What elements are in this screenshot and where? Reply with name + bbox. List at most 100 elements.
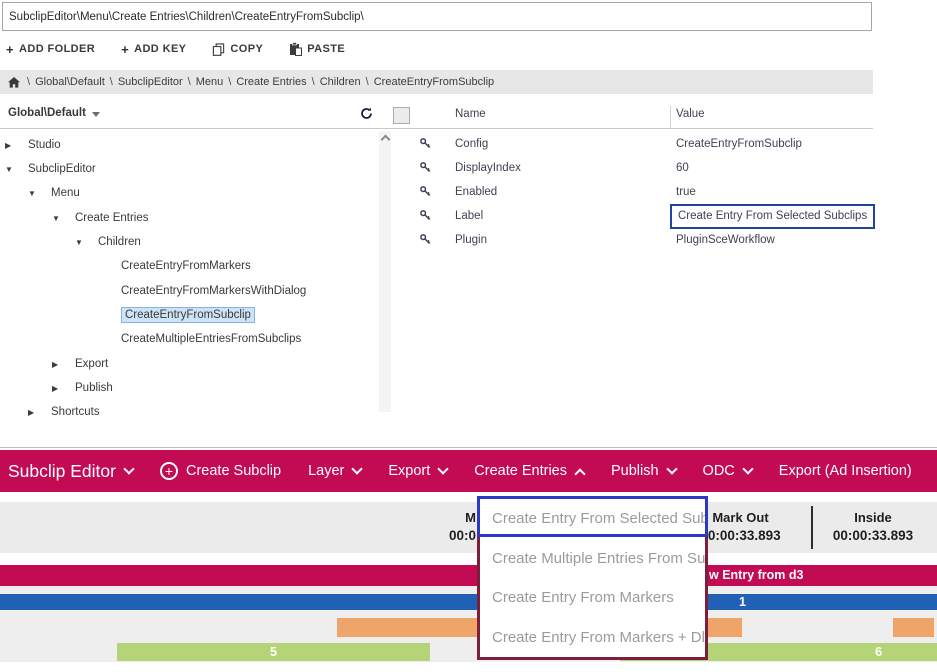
add-key-label: ADD KEY bbox=[134, 43, 186, 55]
copy-icon bbox=[212, 43, 225, 56]
green-segment-5[interactable]: 5 bbox=[117, 643, 430, 661]
expander-expanded-icon[interactable] bbox=[75, 238, 91, 247]
property-value[interactable]: PluginSceWorkflow bbox=[676, 229, 775, 251]
tree-scrollbar[interactable] bbox=[379, 131, 391, 412]
tree-item-createentryfromsubclip-selected[interactable]: CreateEntryFromSubclip bbox=[121, 304, 255, 326]
property-name[interactable]: Label bbox=[455, 205, 483, 227]
caret-down-icon bbox=[92, 112, 100, 117]
breadcrumb-item-create-entries[interactable]: Create Entries bbox=[236, 76, 306, 88]
breadcrumb-separator: \ bbox=[105, 76, 118, 88]
key-icon[interactable] bbox=[420, 162, 431, 173]
inside-value: 00:00:33.893 bbox=[813, 527, 933, 545]
breadcrumb-separator: \ bbox=[307, 76, 320, 88]
marker-track[interactable]: 1 bbox=[0, 594, 937, 610]
path-input[interactable] bbox=[2, 2, 872, 31]
expander-expanded-icon[interactable] bbox=[52, 214, 68, 223]
key-icon[interactable] bbox=[420, 210, 431, 221]
plus-icon: + bbox=[121, 43, 129, 56]
breadcrumb-item-children[interactable]: Children bbox=[320, 76, 361, 88]
breadcrumb-item-menu[interactable]: Menu bbox=[196, 76, 224, 88]
timecode-block-inside: Inside 00:00:33.893 bbox=[813, 509, 933, 545]
expander-collapsed-icon[interactable] bbox=[28, 408, 44, 417]
tree-item-subclipeditor[interactable]: SubclipEditor bbox=[5, 158, 96, 180]
property-value-highlighted[interactable]: Create Entry From Selected Subclips bbox=[670, 204, 875, 229]
editor-menubar: Subclip Editor + Create Subclip Layer Ex… bbox=[0, 450, 937, 492]
timecode-bar: M 00:0 Mark Out 00:00:33.893 Inside 00:0… bbox=[0, 502, 937, 553]
add-key-button[interactable]: + ADD KEY bbox=[121, 43, 186, 56]
table-row-plugin: Plugin PluginSceWorkflow bbox=[392, 229, 873, 251]
column-divider bbox=[670, 106, 671, 128]
plus-circle-icon: + bbox=[160, 462, 178, 480]
breadcrumb-separator: \ bbox=[22, 76, 35, 88]
marker-track-label: 1 bbox=[739, 594, 746, 610]
property-value[interactable]: 60 bbox=[676, 157, 689, 179]
expander-collapsed-icon[interactable] bbox=[52, 384, 68, 393]
menu-item-odc[interactable]: ODC bbox=[703, 463, 752, 479]
expander-expanded-icon[interactable] bbox=[28, 189, 44, 198]
entry-track[interactable]: w Entry from d3 bbox=[0, 565, 937, 586]
breadcrumb-item-subclipeditor[interactable]: SubclipEditor bbox=[118, 76, 183, 88]
paste-icon bbox=[289, 42, 302, 56]
tree-item-children[interactable]: Children bbox=[75, 231, 141, 253]
tree-item-menu[interactable]: Menu bbox=[28, 182, 80, 204]
table-row-label: Label Create Entry From Selected Subclip… bbox=[392, 205, 873, 227]
menu-item-export-ad-insertion[interactable]: Export (Ad Insertion) bbox=[779, 463, 912, 479]
create-entries-dropdown: Create Entry From Selected Sub... Create… bbox=[477, 496, 708, 660]
home-icon[interactable] bbox=[8, 77, 20, 88]
paste-button[interactable]: PASTE bbox=[289, 42, 345, 56]
tree-item-createentryfrommarkerswithdialog[interactable]: CreateEntryFromMarkersWithDialog bbox=[121, 280, 306, 302]
breadcrumb-separator: \ bbox=[183, 76, 196, 88]
scroll-up-icon[interactable] bbox=[380, 135, 390, 145]
key-icon[interactable] bbox=[420, 186, 431, 197]
expander-collapsed-icon[interactable] bbox=[5, 141, 21, 150]
green-segment-label: 6 bbox=[875, 643, 882, 661]
property-name[interactable]: Plugin bbox=[455, 229, 487, 251]
tree-item-createmultipleentriesfromsubclips[interactable]: CreateMultipleEntriesFromSubclips bbox=[121, 328, 301, 350]
property-value[interactable]: CreateEntryFromSubclip bbox=[676, 133, 802, 155]
tree-item-shortcuts[interactable]: Shortcuts bbox=[28, 401, 100, 423]
key-icon[interactable] bbox=[420, 234, 431, 245]
dropdown-item-create-multiple-entries-from-subclips[interactable]: Create Multiple Entries From Su... bbox=[480, 539, 705, 579]
menu-item-create-entries-open[interactable]: Create Entries bbox=[474, 463, 584, 479]
tree-item-export[interactable]: Export bbox=[52, 353, 108, 375]
dropdown-item-create-entry-from-markers-dlg[interactable]: Create Entry From Markers + Dlg bbox=[480, 618, 705, 658]
property-name[interactable]: Enabled bbox=[455, 181, 497, 203]
chevron-up-icon bbox=[574, 468, 585, 479]
select-all-checkbox[interactable] bbox=[393, 107, 410, 124]
property-value[interactable]: true bbox=[676, 181, 696, 203]
paste-label: PASTE bbox=[307, 43, 345, 55]
menubar-title-subclip-editor[interactable]: Subclip Editor bbox=[8, 461, 133, 482]
dropdown-item-create-entry-from-markers[interactable]: Create Entry From Markers bbox=[480, 578, 705, 618]
dropdown-item-create-entry-from-selected-subclips[interactable]: Create Entry From Selected Sub... bbox=[480, 499, 705, 539]
breadcrumb-item-global-default[interactable]: Global\Default bbox=[35, 76, 105, 88]
chevron-down-icon bbox=[438, 463, 449, 474]
table-row-displayindex: DisplayIndex 60 bbox=[392, 157, 873, 179]
copy-label: COPY bbox=[230, 43, 263, 55]
timecode-block-partial: M 00:0 bbox=[449, 509, 476, 545]
breadcrumb-item-createentryfromsubclip[interactable]: CreateEntryFromSubclip bbox=[374, 76, 494, 88]
section-divider bbox=[0, 447, 937, 448]
menu-item-publish[interactable]: Publish bbox=[611, 463, 676, 479]
plus-icon: + bbox=[6, 43, 14, 56]
chevron-down-icon bbox=[742, 463, 753, 474]
expander-collapsed-icon[interactable] bbox=[52, 360, 68, 369]
add-folder-button[interactable]: + ADD FOLDER bbox=[6, 43, 95, 56]
property-name[interactable]: DisplayIndex bbox=[455, 157, 521, 179]
scope-label: Global\Default bbox=[8, 107, 86, 119]
tree-item-studio[interactable]: Studio bbox=[5, 134, 61, 156]
menu-item-export[interactable]: Export bbox=[388, 463, 447, 479]
scope-selector[interactable]: Global\Default bbox=[8, 107, 100, 119]
copy-button[interactable]: COPY bbox=[212, 43, 263, 56]
property-name[interactable]: Config bbox=[455, 133, 488, 155]
menu-item-create-subclip[interactable]: + Create Subclip bbox=[160, 462, 281, 480]
tree-item-create-entries[interactable]: Create Entries bbox=[52, 207, 149, 229]
chevron-down-icon bbox=[666, 463, 677, 474]
orange-segment-2[interactable] bbox=[893, 618, 934, 637]
tree-item-publish[interactable]: Publish bbox=[52, 377, 113, 399]
expander-expanded-icon[interactable] bbox=[5, 165, 21, 174]
name-column-header: Name bbox=[455, 108, 486, 120]
tree-item-createentryfrommarkers[interactable]: CreateEntryFromMarkers bbox=[121, 255, 251, 277]
key-icon[interactable] bbox=[420, 138, 431, 149]
refresh-icon[interactable] bbox=[360, 107, 373, 120]
menu-item-layer[interactable]: Layer bbox=[308, 463, 361, 479]
